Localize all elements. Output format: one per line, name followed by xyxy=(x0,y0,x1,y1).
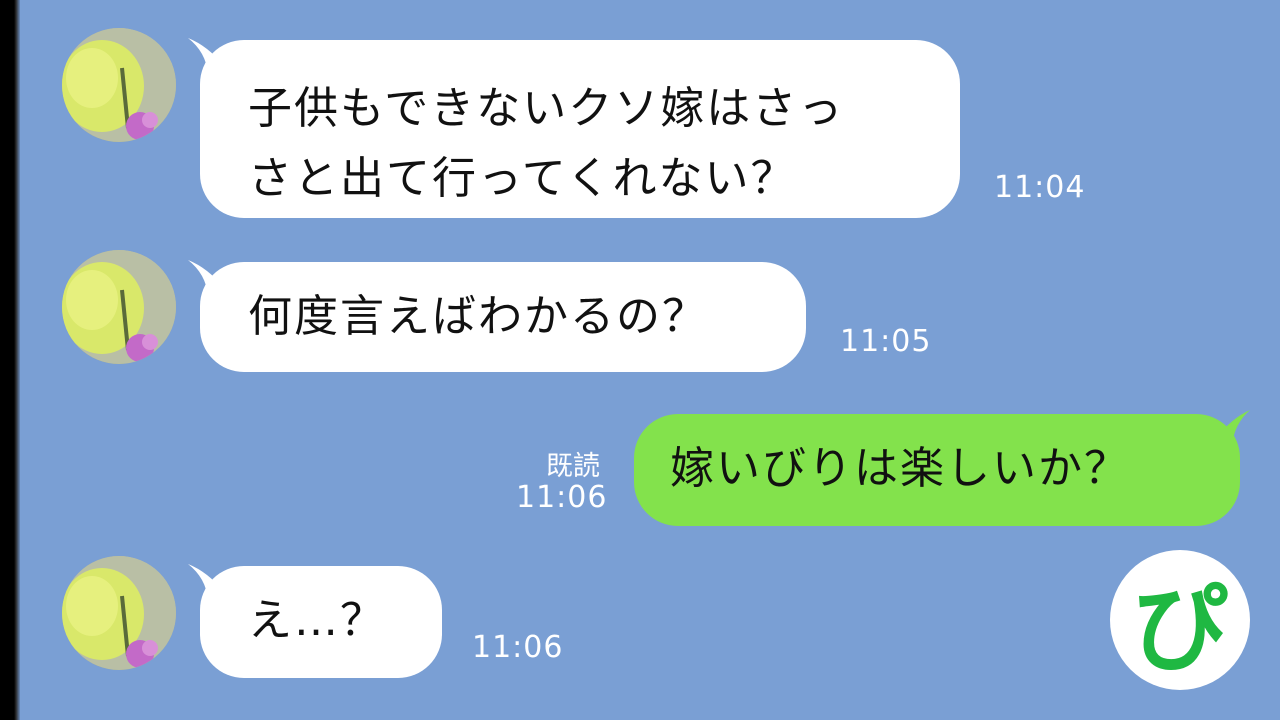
read-receipt: 既読 xyxy=(546,451,600,482)
message-line: 嫁いびりは楽しいか？ xyxy=(670,443,1130,494)
sender-avatar[interactable] xyxy=(62,556,176,670)
message-bubble-incoming[interactable]: 子供もできないクソ嫁はさっ さと出て行ってくれない？ xyxy=(200,40,960,218)
device-bezel xyxy=(0,0,20,720)
message-bubble-outgoing[interactable]: 嫁いびりは楽しいか？ xyxy=(634,414,1240,526)
logo-text: ぴ xyxy=(1132,572,1228,685)
message-line: 子供もできないクソ嫁はさっ xyxy=(248,83,845,134)
message-line: さと出て行ってくれない？ xyxy=(248,153,797,204)
channel-logo-icon: ぴ xyxy=(1110,550,1250,690)
message-timestamp: 11:04 xyxy=(994,170,1086,205)
message-timestamp: 11:06 xyxy=(472,630,564,665)
message-timestamp: 11:05 xyxy=(840,324,932,359)
butterfly-avatar-icon xyxy=(62,556,176,670)
message-line: え…？ xyxy=(248,595,386,646)
sender-avatar[interactable] xyxy=(62,28,176,142)
butterfly-avatar-icon xyxy=(62,250,176,364)
butterfly-avatar-icon xyxy=(62,28,176,142)
sender-avatar[interactable] xyxy=(62,250,176,364)
message-timestamp: 11:06 xyxy=(516,480,608,515)
message-bubble-incoming[interactable]: え…？ xyxy=(200,566,442,678)
message-bubble-incoming[interactable]: 何度言えばわかるの？ xyxy=(200,262,806,372)
message-line: 何度言えばわかるの？ xyxy=(248,291,708,342)
